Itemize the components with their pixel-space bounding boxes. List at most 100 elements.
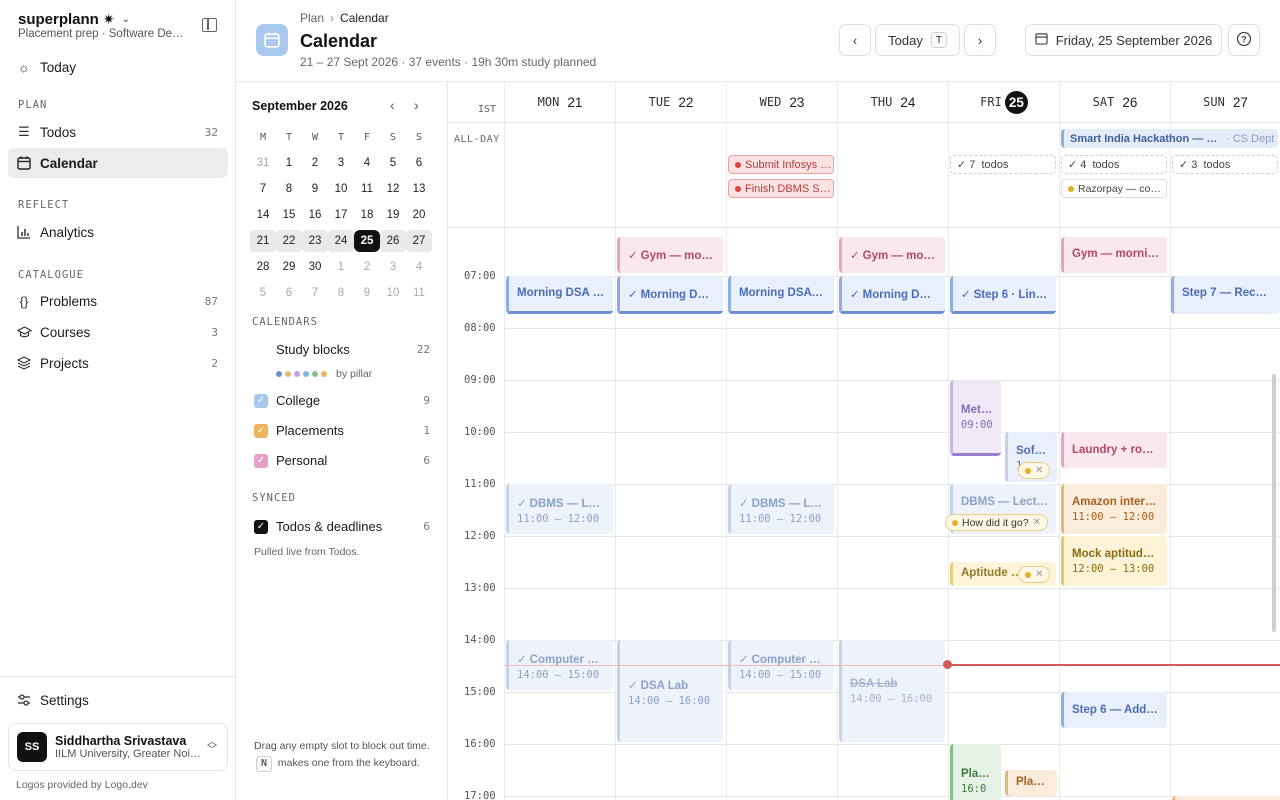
- mini-day[interactable]: 2: [354, 256, 380, 278]
- mini-day[interactable]: 16: [302, 204, 328, 226]
- mini-day[interactable]: 1: [276, 152, 302, 174]
- personal-checkbox[interactable]: ✓: [254, 453, 268, 468]
- event-morning-dsa-mon[interactable]: Morning DSA block: [506, 276, 613, 314]
- mini-day[interactable]: 3: [328, 152, 354, 174]
- mini-day[interactable]: 21: [250, 230, 276, 252]
- mini-day[interactable]: 4: [354, 152, 380, 174]
- allday-deadline-dbms[interactable]: Finish DBMS SQL assignment: [728, 179, 834, 198]
- mini-day[interactable]: 6: [276, 282, 302, 304]
- today-button[interactable]: Today T: [875, 24, 960, 56]
- nav-analytics[interactable]: Analytics: [8, 217, 228, 247]
- calendar-placements[interactable]: ✓ Placements 1: [254, 423, 430, 438]
- help-button[interactable]: ?: [1228, 24, 1260, 56]
- mini-day[interactable]: 11: [406, 282, 432, 304]
- mini-day[interactable]: 20: [406, 204, 432, 226]
- event-step7-sun[interactable]: Step 7 — Recursion: [1171, 276, 1280, 314]
- day-header-sat[interactable]: SAT 26: [1059, 82, 1170, 122]
- mini-day[interactable]: 29: [276, 256, 302, 278]
- allday-event-razorpay[interactable]: Razorpay — coding round: [1061, 179, 1167, 198]
- nav-today[interactable]: ☼ Today: [8, 52, 228, 82]
- mini-day[interactable]: 15: [276, 204, 302, 226]
- mini-day[interactable]: 8: [328, 282, 354, 304]
- allday-todos-fri[interactable]: ✓ 7 todos: [950, 155, 1056, 174]
- mini-day[interactable]: 10: [328, 178, 354, 200]
- event-dbms-mon[interactable]: ✓DBMS — Lecture 11:00 – 12:00: [506, 484, 613, 534]
- allday-todos-sun[interactable]: ✓ 3 todos: [1172, 155, 1278, 174]
- allday-event-hackathon[interactable]: Smart India Hackathon — internal round ·…: [1061, 129, 1278, 148]
- mini-day[interactable]: 19: [380, 204, 406, 226]
- close-icon[interactable]: ✕: [1035, 465, 1043, 476]
- mini-day[interactable]: 11: [354, 178, 380, 200]
- mini-day[interactable]: 6: [406, 152, 432, 174]
- mini-day[interactable]: 9: [354, 282, 380, 304]
- nav-settings[interactable]: Settings: [8, 685, 228, 715]
- prev-week-button[interactable]: ‹: [839, 24, 871, 56]
- mini-day[interactable]: 22: [276, 230, 302, 252]
- close-icon[interactable]: ✕: [1033, 517, 1041, 528]
- mini-day[interactable]: 30: [302, 256, 328, 278]
- scrollbar[interactable]: [1272, 374, 1276, 632]
- mini-day[interactable]: 17: [328, 204, 354, 226]
- user-menu[interactable]: SS Siddhartha Srivastava IILM University…: [8, 723, 228, 771]
- collapse-sidebar-icon[interactable]: [202, 18, 217, 32]
- day-header-wed[interactable]: WED 23: [726, 82, 837, 122]
- mini-day[interactable]: 7: [302, 282, 328, 304]
- mini-day[interactable]: 1: [328, 256, 354, 278]
- event-morning-dsa-thu[interactable]: ✓Morning DSA block: [839, 276, 945, 314]
- mini-day[interactable]: 14: [250, 204, 276, 226]
- event-gym-thu[interactable]: ✓Gym — morning run: [839, 237, 945, 273]
- mini-day[interactable]: 28: [250, 256, 276, 278]
- mini-day-today[interactable]: 25: [354, 230, 380, 252]
- calendar-personal[interactable]: ✓ Personal 6: [254, 453, 430, 468]
- reflection-chip[interactable]: ✕: [1018, 566, 1051, 583]
- mini-day[interactable]: 23: [302, 230, 328, 252]
- event-dsa-lab-thu[interactable]: DSA Lab 14:00 – 16:00: [839, 640, 945, 742]
- nav-todos[interactable]: ☰ Todos 32: [8, 117, 228, 147]
- event-gym-tue[interactable]: ✓Gym — morning run: [617, 237, 723, 273]
- mini-next-month-icon[interactable]: ›: [414, 97, 419, 113]
- allday-deadline-infosys[interactable]: Submit Infosys application: [728, 155, 834, 174]
- todos-checkbox[interactable]: ✓: [254, 519, 268, 534]
- event-step6-add-sat[interactable]: Step 6 — Add Two Numbers: [1061, 692, 1167, 728]
- allday-todos-sat[interactable]: ✓ 4 todos: [1061, 155, 1167, 174]
- event-mock-sat[interactable]: Mock aptitude test 12:00 – 13:00: [1061, 536, 1167, 586]
- event-sun-evening[interactable]: [1172, 796, 1280, 800]
- mini-prev-month-icon[interactable]: ‹: [390, 97, 395, 113]
- event-dbms-wed[interactable]: ✓DBMS — Lecture 11:00 – 12:00: [728, 484, 834, 534]
- day-header-thu[interactable]: THU 24: [837, 82, 948, 122]
- mini-day[interactable]: 10: [380, 282, 406, 304]
- mini-day[interactable]: 26: [380, 230, 406, 252]
- placements-checkbox[interactable]: ✓: [254, 423, 268, 438]
- nav-calendar[interactable]: Calendar: [8, 148, 228, 178]
- calendar-todos-deadlines[interactable]: ✓ Todos & deadlines 6: [254, 519, 430, 534]
- day-header-mon[interactable]: MON 21: [504, 82, 615, 122]
- day-header-fri[interactable]: FRI 25: [948, 82, 1059, 122]
- event-morning-dsa-tue[interactable]: ✓Morning DSA block: [617, 276, 723, 314]
- mini-day[interactable]: 2: [302, 152, 328, 174]
- close-icon[interactable]: ✕: [1035, 569, 1043, 580]
- mini-day[interactable]: 27: [406, 230, 432, 252]
- event-morning-dsa-wed[interactable]: Morning DSA block: [728, 276, 834, 314]
- event-step6-linked-fri[interactable]: ✓Step 6 · Linked lists: [950, 276, 1056, 314]
- calendar-college[interactable]: ✓ College 9: [254, 393, 430, 408]
- mini-day[interactable]: 5: [380, 152, 406, 174]
- event-meta-fri[interactable]: Meta… 09:00: [950, 380, 1001, 456]
- calendar-study-blocks[interactable]: Study blocks 22: [276, 342, 430, 357]
- nav-projects[interactable]: Projects 2: [8, 348, 228, 378]
- event-laundry-sat[interactable]: Laundry + room cleaning: [1061, 432, 1167, 468]
- event-plac2-fri[interactable]: Plac…: [1005, 770, 1057, 796]
- mini-day[interactable]: 7: [250, 178, 276, 200]
- mini-day[interactable]: 8: [276, 178, 302, 200]
- mini-day[interactable]: 31: [250, 152, 276, 174]
- next-week-button[interactable]: ›: [964, 24, 996, 56]
- date-picker-button[interactable]: Friday, 25 September 2026: [1025, 24, 1222, 56]
- how-did-it-go-chip[interactable]: How did it go? ✕: [945, 514, 1048, 531]
- day-header-tue[interactable]: TUE 22: [615, 82, 726, 122]
- mini-day[interactable]: 12: [380, 178, 406, 200]
- mini-day[interactable]: 3: [380, 256, 406, 278]
- mini-day[interactable]: 9: [302, 178, 328, 200]
- reflection-chip[interactable]: ✕: [1018, 462, 1051, 479]
- event-amazon-sat[interactable]: Amazon interview 11:00 – 12:00: [1061, 484, 1167, 534]
- mini-day[interactable]: 13: [406, 178, 432, 200]
- mini-day[interactable]: 4: [406, 256, 432, 278]
